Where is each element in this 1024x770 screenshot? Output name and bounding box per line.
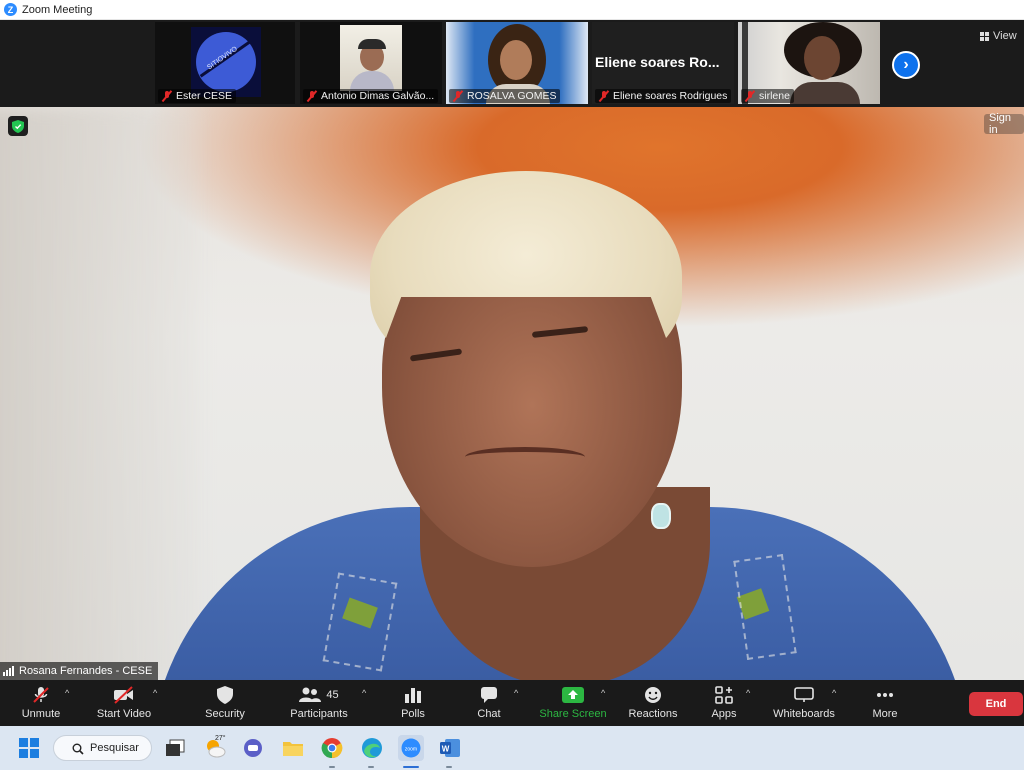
smiley-icon [644, 686, 662, 704]
participant-name-tag: Antonio Dimas Galvão... [303, 89, 439, 103]
participant-name-tag: ROSALVA GOMES [449, 89, 561, 103]
apps-label: Apps [711, 708, 737, 720]
svg-text:W: W [442, 745, 450, 754]
meeting-toolbar: Unmute ^ Start Video ^ Security 45 Parti… [0, 680, 1024, 726]
participant-name: sirlene [759, 90, 790, 102]
video-off-icon [113, 686, 135, 704]
share-screen-button[interactable]: Share Screen [538, 680, 608, 726]
whiteboard-icon [794, 686, 814, 704]
muted-mic-icon [745, 90, 755, 102]
zoom-taskbar-icon[interactable]: zoom [398, 735, 424, 761]
participant-name: Eliene soares Rodrigues [613, 90, 728, 102]
share-screen-label: Share Screen [539, 708, 607, 720]
search-label: Pesquisar [90, 742, 139, 754]
earring [651, 503, 671, 529]
more-dots-icon [876, 686, 894, 704]
participant-tile-antonio[interactable]: Antonio Dimas Galvão... [300, 22, 442, 104]
sign-in-button[interactable]: Sign in [984, 112, 1024, 136]
participants-icon: 45 [299, 686, 339, 704]
word-icon[interactable]: W [438, 736, 462, 760]
zoom-logo-icon: Z [4, 3, 17, 16]
more-button[interactable]: More [868, 680, 902, 726]
bar-chart-icon [404, 686, 422, 704]
share-screen-icon [562, 686, 584, 704]
participant-tile-eliene[interactable]: Eliene soares Ro... Eliene soares Rodrig… [592, 22, 734, 104]
start-video-button[interactable]: Start Video [94, 680, 154, 726]
participant-name-tag: Eliene soares Rodrigues [595, 89, 732, 103]
whiteboards-label: Whiteboards [773, 708, 835, 720]
participant-name-tag: sirlene [741, 89, 794, 103]
share-options-caret-icon[interactable]: ^ [601, 688, 605, 698]
signal-strength-icon [3, 666, 14, 676]
chat-bubble-icon [480, 686, 498, 704]
security-button[interactable]: Security [200, 680, 250, 726]
muted-mic-icon [307, 90, 317, 102]
view-label: View [993, 30, 1017, 42]
apps-button[interactable]: Apps [706, 680, 742, 726]
participant-name: Ester CESE [176, 90, 233, 102]
unmute-button[interactable]: Unmute [20, 680, 62, 726]
windows-logo-icon [19, 738, 39, 758]
muted-mic-icon [162, 90, 172, 102]
participant-name-tag: Ester CESE [158, 89, 237, 103]
participants-button[interactable]: 45 Participants [286, 680, 352, 726]
svg-text:zoom: zoom [405, 747, 417, 753]
security-label: Security [205, 708, 245, 720]
shield-icon [217, 686, 233, 704]
gallery-strip: SITIOVIVO Ester CESE Antonio Dimas Galvã… [0, 20, 1024, 107]
polls-label: Polls [401, 708, 425, 720]
apps-options-caret-icon[interactable]: ^ [746, 688, 750, 698]
start-button[interactable] [17, 736, 41, 760]
end-meeting-button[interactable]: End [969, 692, 1023, 716]
file-explorer-icon[interactable] [281, 736, 305, 760]
audio-options-caret-icon[interactable]: ^ [65, 688, 69, 698]
chat-label: Chat [477, 708, 501, 720]
chevron-right-icon: › [903, 56, 909, 73]
next-page-button[interactable]: › [892, 51, 920, 79]
more-label: More [872, 708, 898, 720]
apps-icon [715, 686, 733, 704]
muted-mic-icon [453, 90, 463, 102]
unmute-label: Unmute [21, 708, 61, 720]
participant-display-name: Eliene soares Ro... [595, 54, 720, 70]
muted-mic-icon [599, 90, 609, 102]
reactions-label: Reactions [628, 708, 678, 720]
participants-options-caret-icon[interactable]: ^ [362, 688, 366, 698]
weather-temperature: 27° [215, 735, 226, 742]
chat-button[interactable]: Chat [470, 680, 508, 726]
participant-tile-sirlene[interactable]: sirlene [738, 22, 880, 104]
encryption-shield-icon[interactable] [8, 116, 28, 136]
edge-icon[interactable] [360, 736, 384, 760]
chrome-icon[interactable] [320, 736, 344, 760]
participant-name: Antonio Dimas Galvão... [321, 90, 435, 102]
start-video-label: Start Video [96, 708, 152, 720]
view-button[interactable]: View [980, 30, 1017, 42]
windows-taskbar: Pesquisar zoom W [0, 726, 1024, 770]
participant-logo: SITIOVIVO [191, 27, 261, 97]
window-title: Zoom Meeting [22, 3, 93, 16]
whiteboards-options-caret-icon[interactable]: ^ [832, 688, 836, 698]
search-icon [72, 743, 84, 755]
window-titlebar: Z Zoom Meeting [0, 0, 1024, 20]
participant-name: ROSALVA GOMES [467, 90, 557, 102]
speaker-name-tag: Rosana Fernandes - CESE [0, 662, 159, 680]
active-speaker-video [0, 107, 1024, 680]
chat-options-caret-icon[interactable]: ^ [514, 688, 518, 698]
muted-mic-icon [32, 686, 50, 704]
grid-view-icon [980, 31, 989, 41]
speaker-name: Rosana Fernandes - CESE [19, 665, 153, 677]
reactions-button[interactable]: Reactions [626, 680, 680, 726]
polls-button[interactable]: Polls [393, 680, 433, 726]
video-options-caret-icon[interactable]: ^ [153, 688, 157, 698]
participant-tile-rosalva[interactable]: ROSALVA GOMES [446, 22, 588, 104]
participants-label: Participants [290, 708, 348, 720]
task-view-icon[interactable] [163, 736, 187, 760]
participant-video [340, 25, 402, 91]
taskbar-search[interactable]: Pesquisar [53, 735, 152, 761]
participant-tile-ester[interactable]: SITIOVIVO Ester CESE [155, 22, 295, 104]
whiteboards-button[interactable]: Whiteboards [770, 680, 838, 726]
teams-chat-icon[interactable] [241, 736, 265, 760]
participants-count: 45 [326, 689, 339, 701]
